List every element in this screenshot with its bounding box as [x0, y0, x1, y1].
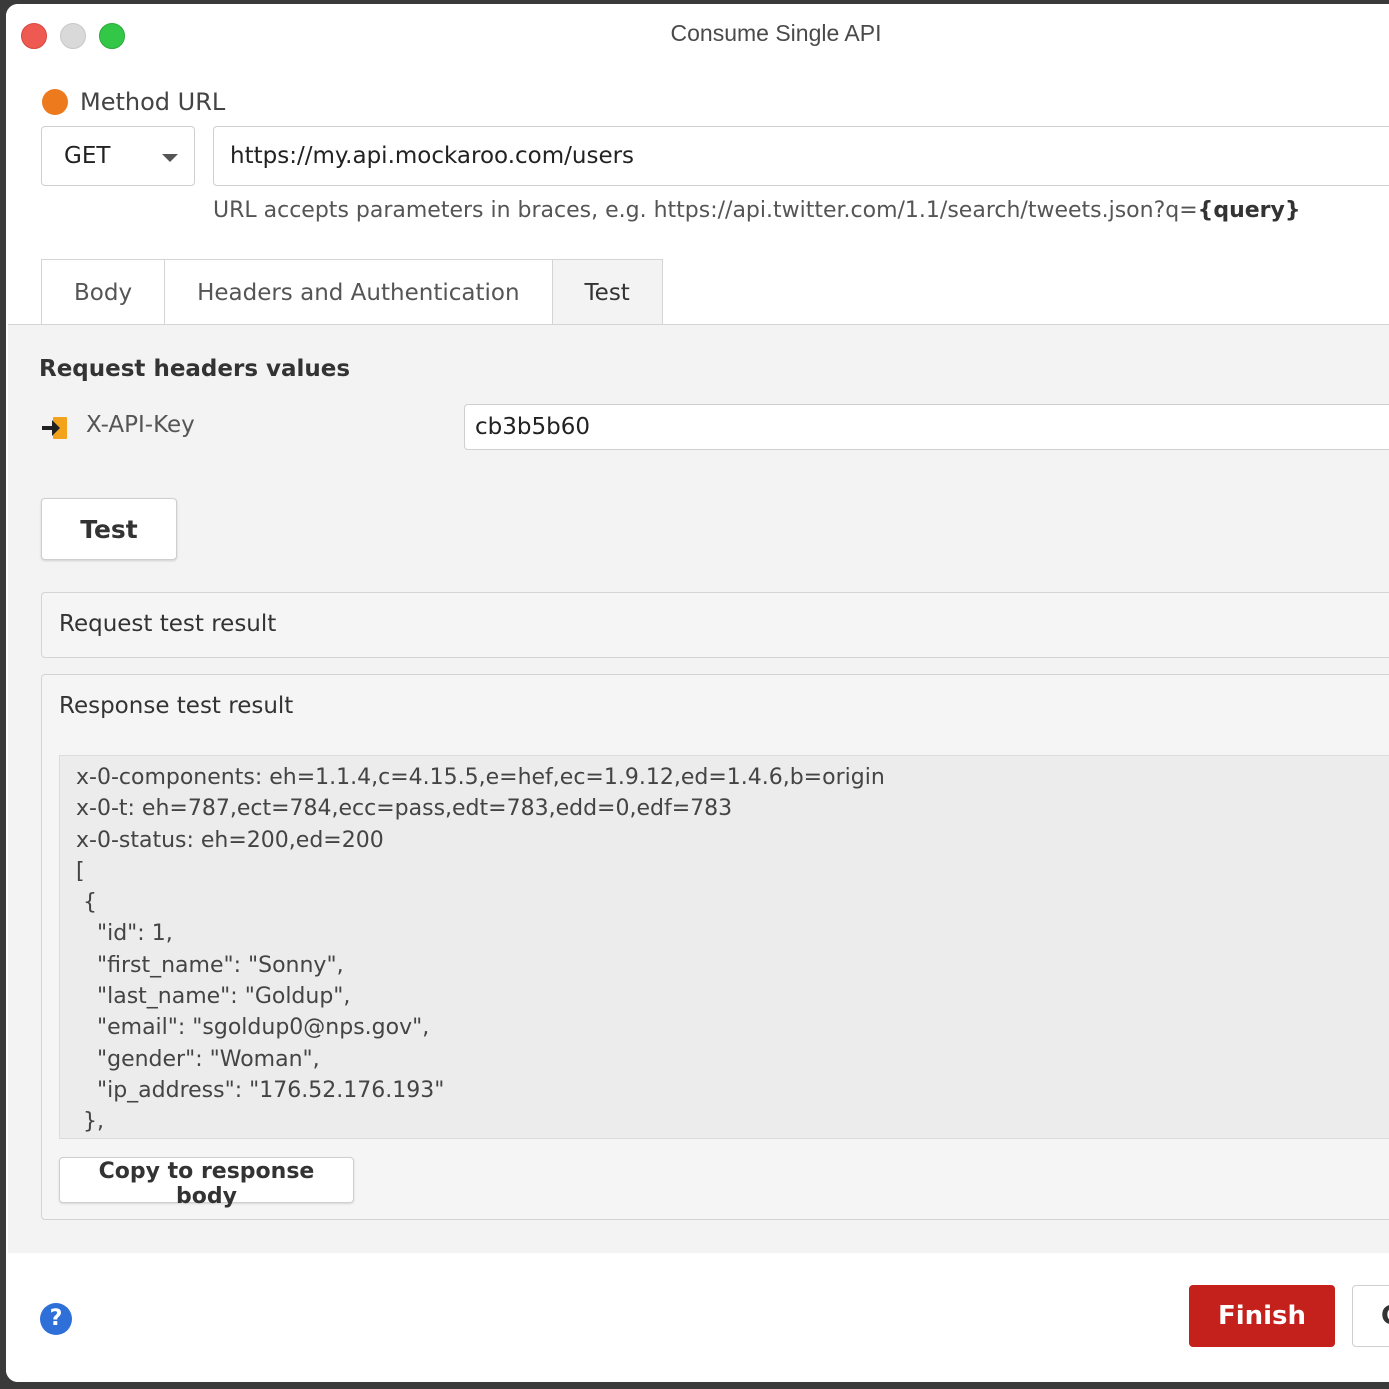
response-line: x-0-components: eh=1.1.4,c=4.15.5,e=hef,…: [76, 765, 885, 790]
response-line: "id": 1,: [76, 921, 173, 947]
request-test-result-panel[interactable]: Request test result: [41, 592, 1389, 658]
window-title: Consume Single API: [670, 20, 882, 46]
response-line: {: [76, 890, 97, 916]
response-line: "first_name": "Sonny",: [76, 952, 344, 978]
dialog-window: Consume Single API Method URL GET URL ac…: [6, 4, 1389, 1382]
request-test-result-label: Request test result: [59, 611, 277, 637]
title-bar: Consume Single API: [6, 4, 1389, 62]
response-line: "last_name": "Goldup",: [76, 984, 351, 1010]
tab-body[interactable]: Body: [41, 259, 166, 325]
header-value-input[interactable]: [464, 404, 1389, 450]
dialog-footer: ? Finish Cancel: [6, 1253, 1389, 1382]
response-test-result-panel: Response test result x-0-components: eh=…: [41, 674, 1389, 1220]
cancel-button[interactable]: Cancel: [1352, 1285, 1389, 1347]
status-dot-icon: [42, 89, 68, 115]
url-hint-param: {query}: [1197, 198, 1301, 223]
finish-button[interactable]: Finish: [1189, 1285, 1335, 1347]
method-select-value: GET: [64, 143, 111, 169]
response-line: "gender": "Woman",: [76, 1046, 320, 1072]
request-headers-title: Request headers values: [39, 356, 351, 382]
response-line: [: [76, 858, 85, 884]
response-line: x-0-t: eh=787,ect=784,ecc=pass,edt=783,e…: [76, 796, 733, 822]
tab-bar: Body Headers and Authentication Test: [41, 259, 663, 325]
response-body-text[interactable]: x-0-components: eh=1.1.4,c=4.15.5,e=hef,…: [59, 755, 1389, 1139]
url-hint-text: URL accepts parameters in braces, e.g. h…: [213, 198, 1198, 223]
method-select[interactable]: GET: [41, 126, 195, 186]
enter-arrow-icon: [42, 417, 67, 439]
tab-headers-and-authentication[interactable]: Headers and Authentication: [164, 259, 553, 325]
response-line: "email": "sgoldup0@nps.gov",: [76, 1015, 430, 1041]
url-hint: URL accepts parameters in braces, e.g. h…: [213, 198, 1301, 223]
header-key-label: X-API-Key: [86, 412, 195, 438]
url-input[interactable]: [213, 126, 1389, 186]
response-line: },: [76, 1109, 104, 1135]
tab-test[interactable]: Test: [551, 259, 663, 325]
help-icon[interactable]: ?: [40, 1303, 72, 1335]
response-line: x-0-status: eh=200,ed=200: [76, 827, 384, 853]
chevron-down-icon: [162, 154, 178, 162]
test-button[interactable]: Test: [41, 498, 177, 560]
method-url-label-row: Method URL: [42, 88, 225, 116]
copy-to-response-body-button[interactable]: Copy to response body: [59, 1157, 354, 1209]
response-line: "ip_address": "176.52.176.193": [76, 1077, 445, 1103]
response-test-result-label: Response test result: [59, 693, 294, 719]
method-url-label: Method URL: [80, 88, 226, 116]
